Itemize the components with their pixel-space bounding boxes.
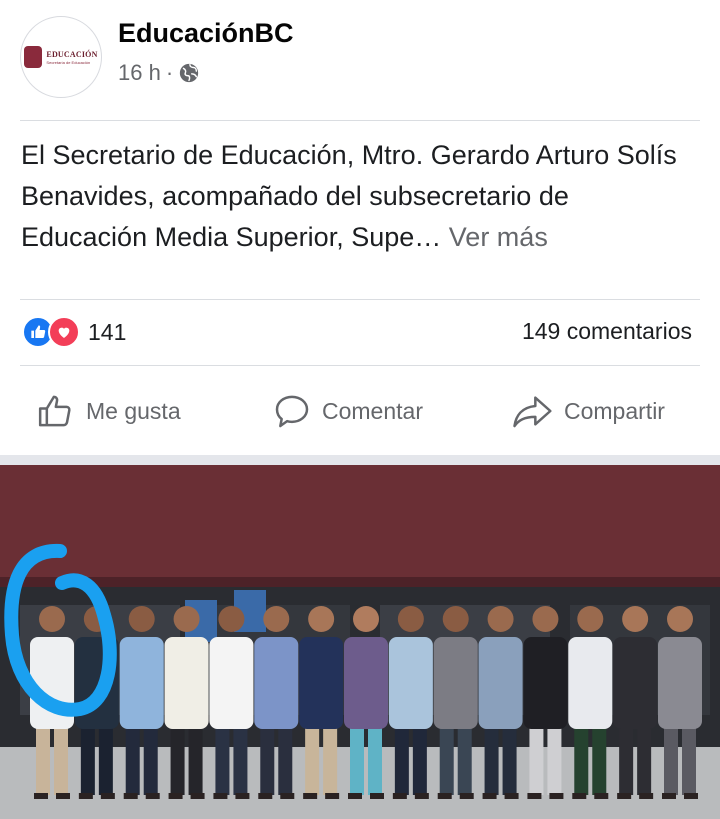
page-avatar[interactable]: EDUCACIÓN Secretaría de Educación: [20, 16, 102, 98]
post-card: EDUCACIÓN Secretaría de Educación Educac…: [0, 0, 720, 455]
action-bar: Me gusta Comentar Compartir: [0, 385, 720, 437]
like-label: Me gusta: [86, 397, 181, 424]
building-wall: [0, 465, 720, 585]
post-photo[interactable]: [0, 465, 720, 819]
see-more-link[interactable]: Ver más: [449, 222, 548, 252]
post-body: El Secretario de Educación, Mtro. Gerard…: [21, 140, 677, 252]
divider: [20, 120, 700, 121]
divider: [20, 299, 700, 300]
group-photo: [0, 465, 720, 819]
like-button[interactable]: Me gusta: [36, 391, 181, 431]
share-icon: [513, 396, 552, 428]
thumbs-up-icon: [38, 395, 71, 427]
reactions-summary[interactable]: 141: [22, 316, 126, 348]
share-button[interactable]: Compartir: [510, 391, 665, 431]
wall-ledge: [0, 577, 720, 587]
love-reaction-icon: [48, 316, 80, 348]
post-meta: 16 h ·: [118, 60, 200, 86]
divider: [20, 365, 700, 366]
post-text: El Secretario de Educación, Mtro. Gerard…: [21, 135, 691, 258]
meta-separator: ·: [165, 60, 174, 85]
comment-icon: [275, 395, 309, 428]
comment-label: Comentar: [322, 397, 423, 424]
avatar-logo: EDUCACIÓN Secretaría de Educación: [46, 50, 97, 65]
post-time[interactable]: 16 h: [118, 60, 161, 86]
comments-count[interactable]: 149 comentarios: [522, 318, 692, 345]
reactions-count: 141: [88, 318, 127, 345]
state-seal-icon: [24, 46, 43, 68]
comment-button[interactable]: Comentar: [272, 391, 423, 431]
avatar-logo-title: EDUCACIÓN: [46, 49, 98, 59]
globe-icon: [179, 63, 199, 83]
page-name[interactable]: EducaciónBC: [118, 18, 294, 49]
avatar-logo-subtitle: Secretaría de Educación: [46, 59, 91, 65]
photo-section: [0, 455, 720, 819]
share-label: Compartir: [564, 397, 665, 424]
